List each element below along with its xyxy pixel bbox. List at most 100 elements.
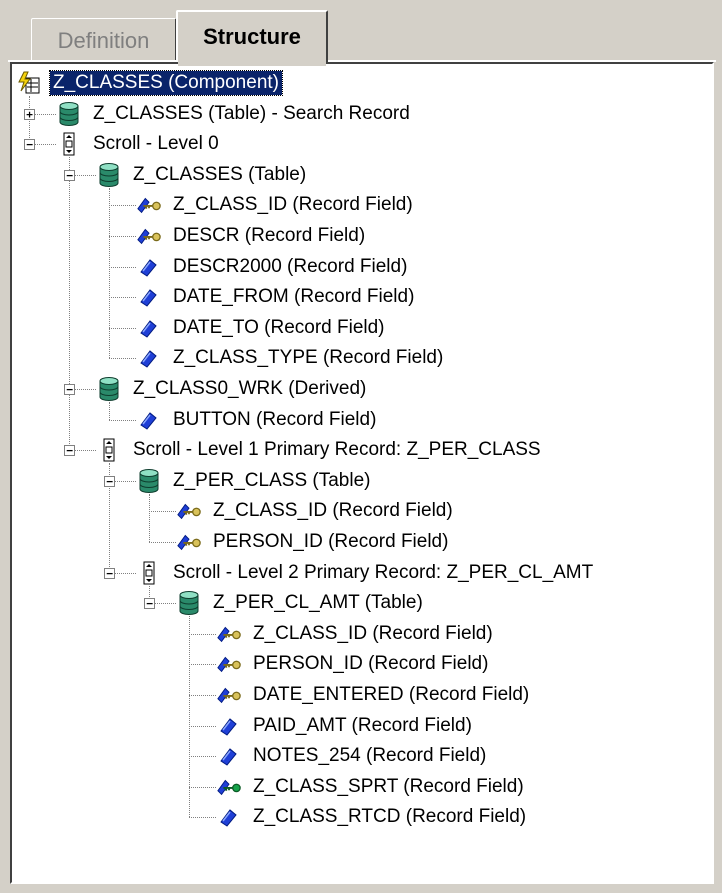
field-icon — [216, 743, 242, 769]
tree-node-label: Scroll - Level 2 Primary Record: Z_PER_C… — [173, 561, 594, 583]
key-field-icon — [176, 498, 202, 524]
field-icon — [136, 254, 162, 280]
tree-node-label: PERSON_ID (Record Field) — [213, 531, 449, 552]
tree-node[interactable]: NOTES_254 (Record Field) — [216, 741, 489, 771]
tree-connector — [189, 664, 216, 666]
tree-node-label: Scroll - Level 0 — [93, 133, 219, 155]
tree-connector — [189, 633, 216, 635]
structure-tree-pane[interactable]: Z_CLASSES (Component) + Z_CLASSES (Table) … — [10, 62, 714, 884]
scroll-icon — [56, 131, 82, 157]
tree-node[interactable]: Z_CLASS0_WRK (Derived) — [96, 374, 369, 404]
collapse-icon[interactable]: − — [144, 598, 155, 610]
field-icon — [216, 713, 242, 739]
tree-node-label: DATE_FROM (Record Field) — [173, 286, 415, 308]
tree-node[interactable]: DATE_FROM (Record Field) — [136, 282, 417, 312]
tree-connector — [109, 402, 110, 420]
tree-connector — [109, 187, 110, 359]
tree-node[interactable]: Z_CLASS_ID (Record Field) — [176, 496, 456, 526]
tree-node-label: DATE_ENTERED (Record Field) — [253, 684, 530, 705]
table-icon — [96, 162, 122, 188]
component-icon — [16, 70, 42, 96]
field-icon — [136, 407, 162, 433]
tab-definition[interactable]: Definition — [31, 18, 177, 62]
key-field-icon — [136, 192, 162, 218]
tree-connector — [189, 817, 216, 819]
tree-node[interactable]: Scroll - Level 2 Primary Record: Z_PER_C… — [136, 558, 596, 588]
collapse-icon[interactable]: − — [24, 139, 35, 151]
key-field-icon — [216, 682, 242, 708]
tree-connector — [109, 358, 136, 360]
tree-node-label: Scroll - Level 1 Primary Record: Z_PER_C… — [133, 439, 541, 461]
field-icon — [216, 804, 242, 830]
tree-node[interactable]: Z_PER_CLASS (Table) — [136, 466, 373, 496]
key-field-icon — [176, 529, 202, 555]
tree-node-label: Z_CLASS_ID (Record Field) — [173, 194, 413, 216]
tree-connector — [109, 297, 136, 299]
table-icon — [56, 101, 82, 127]
tree-node[interactable]: PAID_AMT (Record Field) — [216, 711, 475, 741]
key-field-icon — [216, 651, 242, 677]
tree-node[interactable]: DATE_ENTERED (Record Field) — [216, 680, 532, 710]
tree-node-label: Z_CLASS0_WRK (Derived) — [133, 378, 367, 399]
tree-node-label: Z_CLASSES (Table) - Search Record — [93, 102, 410, 124]
tree-node-label: Z_CLASS_SPRT (Record Field) — [253, 775, 524, 797]
field-icon — [136, 284, 162, 310]
tree-node-label: DESCR2000 (Record Field) — [173, 255, 408, 277]
tree-node-label: Z_PER_CL_AMT (Table) — [213, 592, 423, 614]
expand-icon[interactable]: + — [24, 108, 35, 120]
tree-connector — [149, 511, 176, 513]
tree-connector — [109, 236, 136, 237]
search-key-field-icon — [216, 774, 242, 800]
collapse-icon[interactable]: − — [64, 445, 75, 457]
tree-node[interactable]: Z_CLASSES (Table) — [96, 160, 309, 190]
scroll-icon — [136, 560, 162, 586]
tree-node[interactable]: Z_CLASS_ID (Record Field) — [216, 619, 496, 649]
collapse-icon[interactable]: − — [104, 567, 115, 579]
tree-node-label: PERSON_ID (Record Field) — [253, 653, 489, 675]
tree-node-label: DATE_TO (Record Field) — [173, 316, 385, 338]
tree-node[interactable]: Z_CLASSES (Table) - Search Record — [56, 99, 413, 129]
tree-connector — [109, 205, 136, 207]
tree-node-label: Z_CLASS_ID (Record Field) — [213, 500, 453, 522]
tree-connector — [149, 542, 176, 543]
tree-node[interactable]: Z_CLASS_SPRT (Record Field) — [216, 772, 527, 802]
tree-node[interactable]: DATE_TO (Record Field) — [136, 313, 388, 343]
tree-node[interactable]: Z_CLASS_ID (Record Field) — [136, 190, 416, 220]
tree-connector — [189, 695, 216, 696]
tree-node-label: Z_CLASSES (Table) — [133, 163, 307, 185]
tree-node[interactable]: Z_CLASS_RTCD (Record Field) — [216, 802, 529, 832]
tree-node[interactable]: Scroll - Level 0 — [56, 129, 222, 159]
tree-node-label: Z_CLASS_ID (Record Field) — [253, 622, 493, 644]
tree-connector — [189, 725, 216, 727]
tree-node[interactable]: Z_CLASS_TYPE (Record Field) — [136, 343, 446, 373]
tree-node[interactable]: DESCR2000 (Record Field) — [136, 252, 410, 282]
key-field-icon — [216, 621, 242, 647]
tree-node[interactable]: PERSON_ID (Record Field) — [176, 527, 451, 557]
tree-node[interactable]: BUTTON (Record Field) — [136, 405, 379, 435]
tree-node-label: Z_PER_CLASS (Table) — [173, 469, 371, 491]
table-icon — [136, 468, 162, 494]
tree-node[interactable]: PERSON_ID (Record Field) — [216, 649, 491, 679]
collapse-icon[interactable]: − — [104, 475, 115, 487]
tree-connector — [149, 493, 150, 542]
key-field-icon — [136, 223, 162, 249]
tree-connector — [69, 157, 70, 451]
scroll-icon — [96, 437, 122, 463]
tree-node-label: Z_CLASSES (Component) — [49, 70, 283, 96]
field-icon — [136, 345, 162, 371]
tree-connector — [109, 327, 136, 329]
tree-node[interactable]: Z_PER_CL_AMT (Table) — [176, 588, 426, 618]
tab-structure[interactable]: Structure — [176, 10, 328, 66]
tree-node[interactable]: DESCR (Record Field) — [136, 221, 368, 251]
tree-node-label: BUTTON (Record Field) — [173, 408, 377, 430]
tree-node[interactable]: Scroll - Level 1 Primary Record: Z_PER_C… — [96, 435, 544, 465]
collapse-icon[interactable]: − — [64, 384, 75, 395]
table-icon — [96, 376, 122, 402]
tree-connector — [109, 266, 136, 268]
tree-connector — [189, 756, 216, 758]
tree-node-label: NOTES_254 (Record Field) — [253, 745, 487, 767]
tree-connector — [189, 786, 216, 788]
tree-connector — [109, 419, 136, 421]
tree-node[interactable]: Z_CLASSES (Component) — [16, 68, 283, 98]
collapse-icon[interactable]: − — [64, 169, 75, 181]
